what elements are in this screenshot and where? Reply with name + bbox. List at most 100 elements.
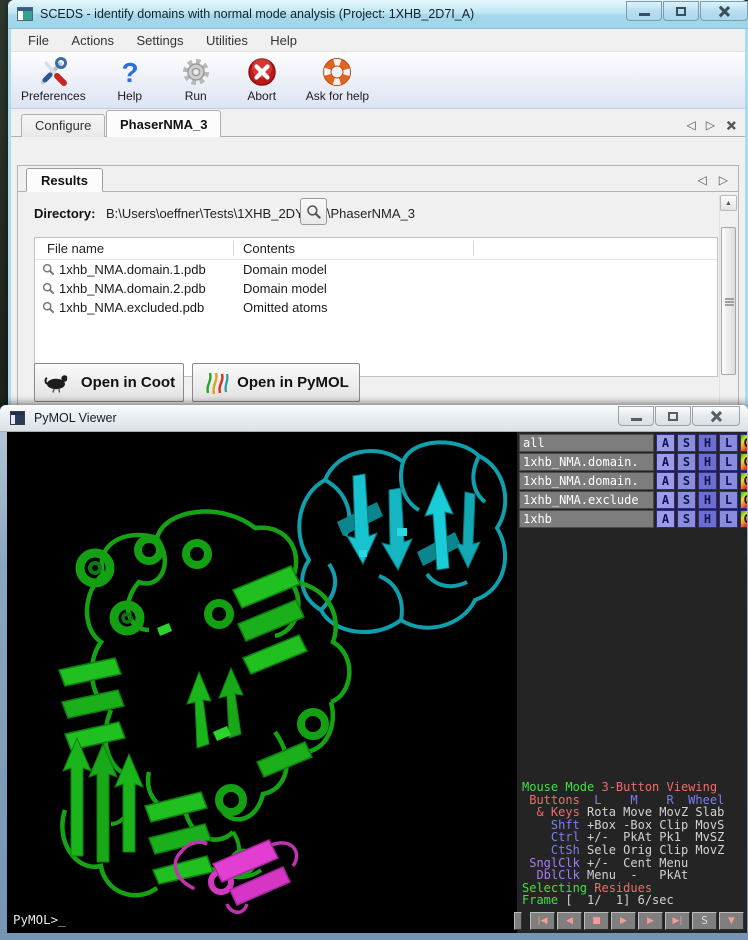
- magnifier-icon: [306, 204, 322, 220]
- panel-menu-button[interactable]: ▼: [719, 912, 744, 930]
- protein-structure[interactable]: [7, 432, 516, 932]
- show-menu-button[interactable]: S: [677, 510, 696, 528]
- col-file-name[interactable]: File name: [47, 241, 104, 256]
- tab-results[interactable]: Results: [26, 168, 103, 192]
- object-name[interactable]: 1xhb_NMA.domain.: [519, 472, 654, 490]
- color-menu-button[interactable]: C: [740, 491, 747, 509]
- hide-menu-button[interactable]: H: [698, 491, 717, 509]
- toolbar-button-abort[interactable]: Abort: [240, 56, 284, 103]
- object-name[interactable]: all: [519, 434, 654, 452]
- menu-help[interactable]: Help: [261, 29, 306, 52]
- maximize-button[interactable]: [655, 406, 691, 426]
- color-menu-button[interactable]: C: [740, 510, 747, 528]
- label-menu-button[interactable]: L: [719, 491, 738, 509]
- pymol-window-controls: [618, 406, 740, 426]
- tab-configure[interactable]: Configure: [21, 114, 105, 137]
- object-name[interactable]: 1xhb_NMA.domain.: [519, 453, 654, 471]
- scroll-up-icon[interactable]: ▲: [720, 195, 737, 211]
- end-button[interactable]: ▶|: [665, 912, 690, 930]
- action-menu-button[interactable]: A: [656, 434, 675, 452]
- toolbar-button-ask-for-help[interactable]: Ask for help: [306, 56, 369, 103]
- directory-label: Directory:: [34, 206, 95, 221]
- menu-actions[interactable]: Actions: [62, 29, 123, 52]
- hide-menu-button[interactable]: H: [698, 472, 717, 490]
- color-menu-button[interactable]: C: [740, 453, 747, 471]
- table-row[interactable]: 1xhb_NMA.domain.1.pdb Domain model: [35, 260, 717, 279]
- label-menu-button[interactable]: L: [719, 510, 738, 528]
- sceds-window-title: SCEDS - identify domains with normal mod…: [40, 7, 474, 21]
- file-name-cell: 1xhb_NMA.domain.2.pdb: [59, 281, 206, 296]
- minimize-button[interactable]: [626, 1, 662, 21]
- mouse-mode-line: Frame [ 1/ 1] 6/sec: [522, 894, 724, 907]
- hide-menu-button[interactable]: H: [698, 434, 717, 452]
- abort-x-icon: [245, 56, 279, 88]
- tab-phasernma-3[interactable]: PhaserNMA_3: [106, 110, 221, 137]
- maximize-button[interactable]: [663, 1, 699, 21]
- tab-close-icon[interactable]: [726, 121, 736, 130]
- results-frame: Results ◁ ▷ Directory: B:\Users\oeffner\…: [17, 165, 739, 410]
- toolbar-label: Run: [185, 89, 207, 103]
- show-menu-button[interactable]: S: [677, 434, 696, 452]
- panel-grip[interactable]: [514, 912, 522, 930]
- minimize-icon: [639, 13, 650, 16]
- vertical-scrollbar[interactable]: ▲ ▼: [719, 195, 736, 410]
- frame-forward-button[interactable]: ▶: [638, 912, 663, 930]
- hide-menu-button[interactable]: H: [698, 453, 717, 471]
- pymol-command-prompt[interactable]: PyMOL>_: [13, 912, 66, 927]
- sceds-body: File Actions Settings Utilities Help: [11, 29, 745, 410]
- tab-scroll-left-icon[interactable]: ◁: [687, 118, 696, 132]
- menu-settings[interactable]: Settings: [128, 29, 193, 52]
- pymol-titlebar[interactable]: PyMOL Viewer: [0, 405, 748, 432]
- minimize-icon: [631, 418, 642, 421]
- browse-directory-button[interactable]: [300, 198, 327, 225]
- show-menu-button[interactable]: S: [677, 453, 696, 471]
- show-menu-button[interactable]: S: [677, 491, 696, 509]
- results-scroll-right-icon[interactable]: ▷: [719, 173, 728, 187]
- tab-scroll-right-icon[interactable]: ▷: [706, 118, 715, 132]
- object-name[interactable]: 1xhb: [519, 510, 654, 528]
- magnifier-icon: [42, 301, 55, 314]
- close-button[interactable]: [692, 406, 740, 426]
- table-row[interactable]: 1xhb_NMA.excluded.pdb Omitted atoms: [35, 298, 717, 317]
- column-divider[interactable]: [233, 241, 234, 256]
- color-menu-button[interactable]: C: [740, 472, 747, 490]
- color-menu-button[interactable]: C: [740, 434, 747, 452]
- open-in-pymol-button[interactable]: Open in PyMOL: [192, 363, 360, 402]
- rewind-button[interactable]: |◀: [530, 912, 555, 930]
- toolbar: Preferences ? Help: [11, 52, 745, 109]
- object-name[interactable]: 1xhb_NMA.exclude: [519, 491, 654, 509]
- action-menu-button[interactable]: A: [656, 472, 675, 490]
- play-button[interactable]: ▶: [611, 912, 636, 930]
- menu-utilities[interactable]: Utilities: [197, 29, 257, 52]
- toolbar-button-preferences[interactable]: Preferences: [21, 56, 86, 103]
- preferences-tools-icon: [36, 56, 70, 88]
- label-menu-button[interactable]: L: [719, 472, 738, 490]
- menu-file[interactable]: File: [19, 29, 58, 52]
- hide-menu-button[interactable]: H: [698, 510, 717, 528]
- scrollbar-thumb[interactable]: [721, 227, 736, 375]
- column-divider[interactable]: [473, 241, 474, 256]
- toolbar-button-run[interactable]: Run: [174, 56, 218, 103]
- show-menu-button[interactable]: S: [677, 472, 696, 490]
- toolbar-button-help[interactable]: ? Help: [108, 56, 152, 103]
- label-menu-button[interactable]: L: [719, 453, 738, 471]
- open-in-coot-button[interactable]: Open in Coot: [34, 363, 184, 402]
- sceds-titlebar[interactable]: SCEDS - identify domains with normal mod…: [8, 0, 748, 29]
- minimize-button[interactable]: [618, 406, 654, 426]
- label-menu-button[interactable]: L: [719, 434, 738, 452]
- table-row[interactable]: 1xhb_NMA.domain.2.pdb Domain model: [35, 279, 717, 298]
- action-menu-button[interactable]: A: [656, 491, 675, 509]
- sceds-app-icon: [17, 7, 33, 21]
- action-menu-button[interactable]: A: [656, 510, 675, 528]
- close-button[interactable]: [700, 1, 748, 21]
- col-contents[interactable]: Contents: [243, 241, 295, 256]
- screen: SCEDS - identify domains with normal mod…: [0, 0, 748, 940]
- frame-back-button[interactable]: ◀: [557, 912, 582, 930]
- object-row: 1xhb A S H L C: [517, 510, 747, 528]
- pymol-viewport[interactable]: all A S H L C 1xhb_NMA.domain. A S H L C: [7, 432, 747, 933]
- results-scroll-left-icon[interactable]: ◁: [698, 173, 707, 187]
- action-menu-button[interactable]: A: [656, 453, 675, 471]
- s-button[interactable]: S: [692, 912, 717, 930]
- stop-button[interactable]: ■: [584, 912, 609, 930]
- contents-cell: Domain model: [243, 281, 327, 296]
